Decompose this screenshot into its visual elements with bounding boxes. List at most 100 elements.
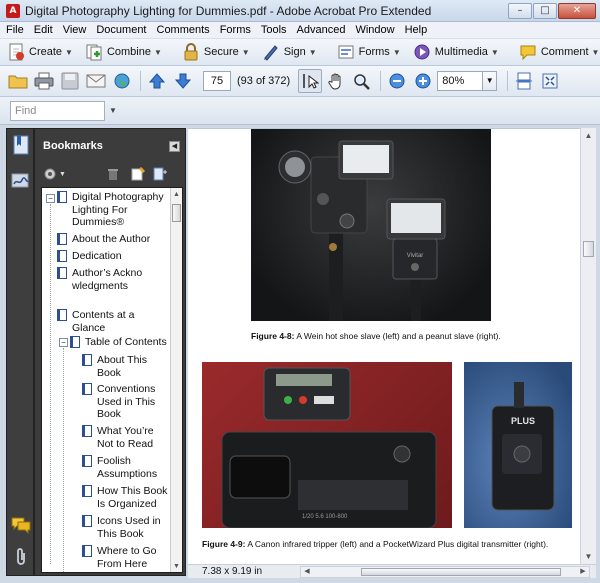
bookmarks-scrollbar[interactable]: ▲ ▼	[170, 188, 182, 572]
forms-button[interactable]: Forms ▼	[334, 41, 404, 63]
menu-help[interactable]: Help	[405, 24, 428, 36]
previous-page-button[interactable]	[145, 69, 169, 93]
document-vertical-scrollbar[interactable]: ▲ ▼	[580, 128, 596, 564]
tree-connector	[50, 204, 51, 564]
print-button[interactable]	[32, 69, 56, 93]
zoom-dropdown-button[interactable]: ▼	[483, 71, 498, 91]
bookmark-page-icon	[13, 135, 29, 155]
menu-tools[interactable]: Tools	[261, 24, 287, 36]
next-page-button[interactable]	[171, 69, 195, 93]
delete-bookmark-icon[interactable]	[107, 168, 119, 184]
scroll-left-arrow[interactable]: ◀	[301, 566, 313, 578]
figure-4-9-text: A Canon infrared tripper (left) and a Po…	[245, 539, 549, 549]
expand-bookmark-icon[interactable]	[153, 167, 167, 184]
bookmark-item[interactable]: About the Author	[57, 233, 167, 246]
status-bar: 7.38 x 9.19 in ◀ ▶	[188, 564, 596, 578]
multimedia-icon	[413, 43, 431, 61]
bookmark-item[interactable]: Foolish Assumptions	[82, 455, 168, 480]
bookmark-item[interactable]: Table of Contents	[70, 336, 180, 349]
printer-icon	[34, 72, 54, 90]
bookmark-item[interactable]: How This Book Is Organized	[82, 485, 168, 510]
menu-window[interactable]: Window	[355, 24, 394, 36]
figure-4-9-label: Figure 4-9:	[202, 539, 246, 549]
minimize-button[interactable]: –	[508, 2, 532, 19]
sign-button[interactable]: Sign ▼	[259, 41, 320, 63]
bookmarks-title: Bookmarks	[43, 140, 103, 152]
new-bookmark-icon[interactable]	[131, 166, 146, 184]
collaborate-button[interactable]	[110, 69, 134, 93]
window-title: Digital Photography Lighting for Dummies…	[25, 3, 432, 18]
email-button[interactable]	[84, 69, 108, 93]
bookmark-item[interactable]: What You’re Not to Read	[82, 425, 168, 450]
bookmark-icon	[82, 455, 92, 467]
bookmark-item[interactable]: Icons Used in This Book	[82, 515, 168, 540]
attachments-panel-button[interactable]	[11, 547, 31, 567]
combine-label: Combine	[106, 46, 151, 58]
form-icon	[337, 43, 355, 61]
tasks-toolbar: Create ▼ Combine ▼ Secure ▼ Sign ▼ Forms…	[0, 39, 600, 66]
zoom-out-button[interactable]	[385, 69, 409, 93]
open-folder-button[interactable]	[6, 69, 30, 93]
comment-button[interactable]: Comment ▼	[516, 41, 600, 63]
scroll-down-arrow[interactable]: ▼	[171, 561, 182, 572]
close-button[interactable]: ✕	[558, 2, 596, 19]
save-button[interactable]	[58, 69, 82, 93]
bookmark-item[interactable]: Digital Photography Lighting For Dummies…	[57, 191, 167, 229]
secure-label: Secure	[203, 46, 239, 58]
document-horizontal-scrollbar[interactable]: ◀ ▶	[300, 566, 590, 578]
envelope-icon	[86, 74, 106, 88]
menu-advanced[interactable]: Advanced	[297, 24, 346, 36]
zoom-level-input[interactable]: 80%	[437, 71, 484, 91]
bookmark-item[interactable]: Dedication	[57, 250, 167, 263]
menu-comments[interactable]: Comments	[157, 24, 210, 36]
comments-panel-button[interactable]	[11, 515, 31, 535]
menu-forms[interactable]: Forms	[220, 24, 251, 36]
bookmark-item[interactable]: Where to Go From Here	[82, 545, 168, 570]
menu-view[interactable]: View	[63, 24, 87, 36]
page-number-input[interactable]: 75	[203, 71, 231, 91]
transmitter-label-text: PLUS	[511, 416, 535, 426]
combine-button[interactable]: Combine ▼	[82, 41, 165, 63]
menu-file[interactable]: File	[6, 24, 24, 36]
chevron-down-icon: ▼	[490, 47, 499, 57]
bookmarks-panel-button[interactable]	[11, 135, 31, 155]
bookmark-item[interactable]: Conventions Used in This Book	[82, 383, 168, 421]
collapse-toggle[interactable]: −	[46, 194, 55, 203]
scrolling-mode-button[interactable]	[512, 69, 536, 93]
zoom-in-button[interactable]	[411, 69, 435, 93]
scroll-up-arrow[interactable]: ▲	[581, 128, 596, 143]
full-screen-button[interactable]	[538, 69, 562, 93]
create-button[interactable]: Create ▼	[4, 41, 76, 63]
document-view[interactable]: Vivitar Figure 4-8: A Wein hot shoe slav…	[188, 128, 580, 564]
menu-document[interactable]: Document	[96, 24, 146, 36]
select-tool-button[interactable]	[298, 69, 323, 93]
collapse-panel-button[interactable]: ◀	[169, 141, 180, 152]
figure-4-9-photo-left: 1/20 5.6 100-800	[202, 362, 452, 528]
bookmarks-toolbar: ▼	[35, 163, 185, 185]
bookmark-icon	[57, 233, 67, 245]
pen-icon	[262, 43, 280, 61]
menu-edit[interactable]: Edit	[34, 24, 53, 36]
options-gear-icon[interactable]: ▼	[43, 167, 66, 181]
multimedia-button[interactable]: Multimedia ▼	[410, 41, 502, 63]
figure-4-8-caption: Figure 4-8: A Wein hot shoe slave (left)…	[251, 331, 501, 341]
bookmark-item[interactable]: Contents at a Glance	[57, 309, 139, 334]
find-input[interactable]: Find	[10, 100, 105, 121]
maximize-button[interactable]: □	[533, 2, 557, 19]
scroll-up-arrow[interactable]: ▲	[171, 189, 182, 201]
scrollbar-thumb[interactable]	[583, 241, 594, 257]
scrollbar-thumb[interactable]	[361, 568, 561, 576]
hand-tool-button[interactable]	[324, 69, 348, 93]
folder-icon	[8, 75, 28, 89]
scroll-down-arrow[interactable]: ▼	[581, 549, 596, 564]
hand-icon	[328, 73, 341, 90]
chevron-down-icon[interactable]: ▼	[109, 106, 117, 115]
bookmark-item[interactable]: About This Book	[82, 354, 168, 379]
collapse-toggle[interactable]: −	[59, 338, 68, 347]
marquee-zoom-button[interactable]	[350, 69, 374, 93]
signatures-panel-button[interactable]	[11, 171, 31, 191]
scrollbar-thumb[interactable]	[172, 204, 181, 222]
bookmark-item[interactable]: Author’s Acknowledgments	[57, 267, 149, 292]
scroll-right-arrow[interactable]: ▶	[577, 566, 589, 578]
secure-button[interactable]: Secure ▼	[179, 41, 253, 63]
